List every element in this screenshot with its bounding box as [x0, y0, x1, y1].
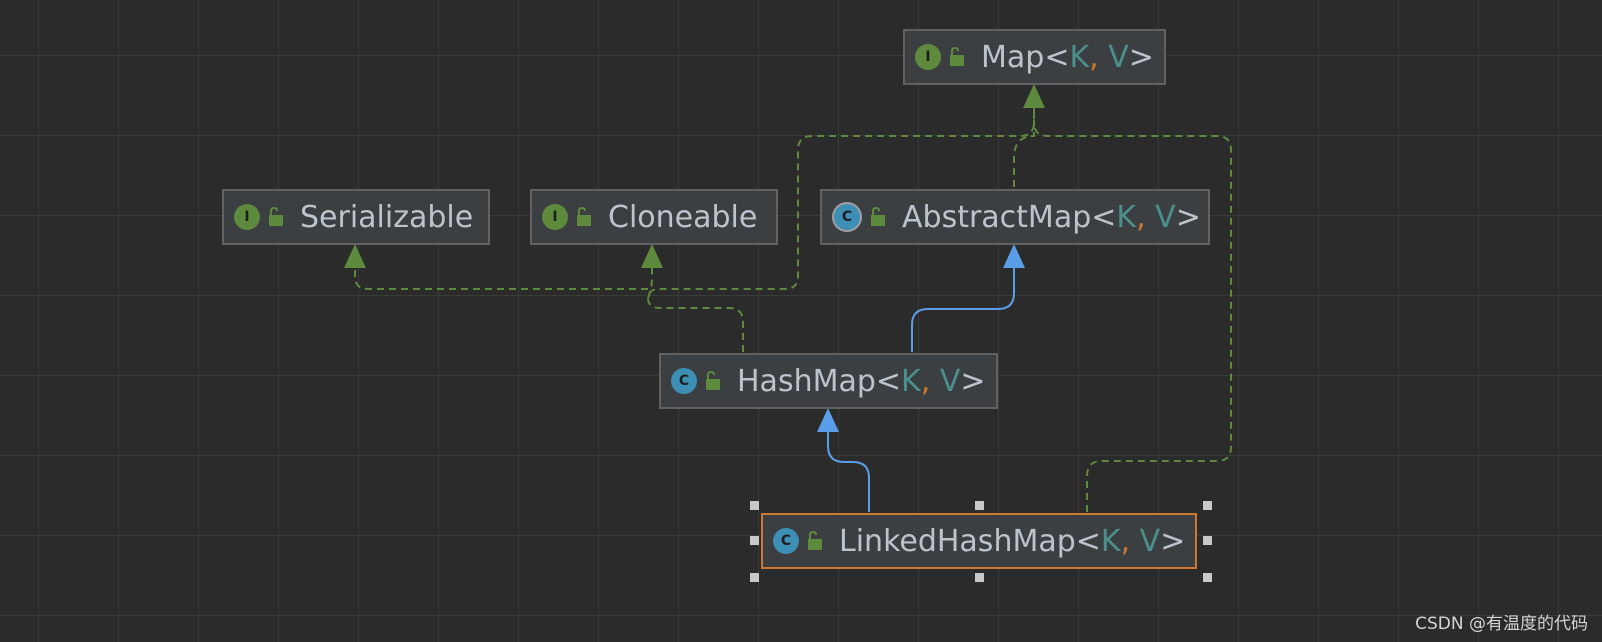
- edge-hashmap-extends-abstractmap: [911, 264, 1015, 352]
- node-cloneable[interactable]: I Cloneable: [530, 189, 778, 245]
- node-label: HashMap<K, V>: [737, 363, 986, 399]
- edge-abstractmap-implements-map: [1013, 108, 1035, 187]
- public-lock-icon: [949, 47, 965, 67]
- edge-linkedhashmap-extends-hashmap: [827, 428, 870, 512]
- resize-handle-top[interactable]: [975, 501, 984, 510]
- resize-handle-top-left[interactable]: [750, 501, 759, 510]
- class-icon: C: [671, 368, 697, 394]
- node-label: Cloneable: [608, 199, 758, 235]
- interface-icon: I: [234, 204, 260, 230]
- node-label: Map<K, V>: [981, 39, 1154, 75]
- public-lock-icon: [268, 207, 284, 227]
- arrowhead-to-cloneable: [641, 244, 663, 268]
- node-abstractmap[interactable]: C AbstractMap<K, V>: [820, 189, 1210, 245]
- node-label: AbstractMap<K, V>: [902, 199, 1201, 235]
- edge-linkedhashmap-implements-map: [1033, 121, 1232, 512]
- resize-handle-right[interactable]: [1203, 536, 1212, 545]
- public-lock-icon: [870, 207, 886, 227]
- node-serializable[interactable]: I Serializable: [222, 189, 490, 245]
- resize-handle-top-right[interactable]: [1203, 501, 1212, 510]
- public-lock-icon: [705, 371, 721, 391]
- arrowhead-to-serializable: [344, 244, 366, 268]
- resize-handle-bottom-right[interactable]: [1203, 573, 1212, 582]
- interface-icon: I: [915, 44, 941, 70]
- diagram-canvas[interactable]: I Map<K, V> I Serializable I Cloneable C…: [0, 0, 1602, 642]
- resize-handle-bottom[interactable]: [975, 573, 984, 582]
- arrowhead-to-map: [1023, 84, 1045, 108]
- arrowhead-to-hashmap: [817, 408, 839, 432]
- node-map[interactable]: I Map<K, V>: [903, 29, 1166, 85]
- node-label: Serializable: [300, 199, 474, 235]
- resize-handle-bottom-left[interactable]: [750, 573, 759, 582]
- arrowhead-to-abstractmap: [1003, 244, 1025, 268]
- node-hashmap[interactable]: C HashMap<K, V>: [659, 353, 998, 409]
- abstract-class-icon: C: [832, 202, 862, 232]
- watermark: CSDN @有温度的代码: [1415, 614, 1588, 634]
- class-icon: C: [773, 528, 799, 554]
- node-linkedhashmap[interactable]: C LinkedHashMap<K, V>: [761, 513, 1197, 569]
- node-label: LinkedHashMap<K, V>: [839, 523, 1186, 559]
- resize-handle-left[interactable]: [750, 536, 759, 545]
- edge-hashmap-implements-serializable: [354, 264, 648, 290]
- interface-icon: I: [542, 204, 568, 230]
- public-lock-icon: [807, 531, 823, 551]
- public-lock-icon: [576, 207, 592, 227]
